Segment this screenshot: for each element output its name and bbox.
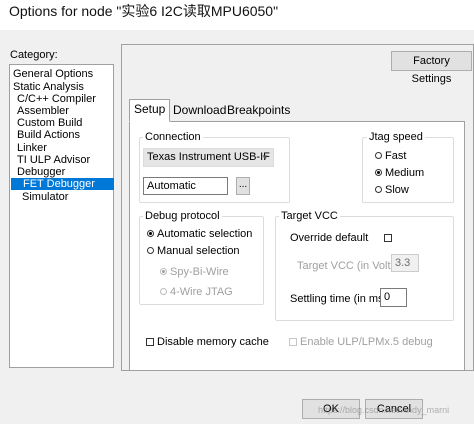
- chevron-down-icon: ▼: [261, 153, 269, 162]
- connection-port-input[interactable]: Automatic: [143, 177, 228, 195]
- radio-circle-icon: [375, 152, 382, 159]
- radio-selected-icon: [160, 268, 167, 275]
- tab-setup[interactable]: Setup: [129, 99, 171, 122]
- radio-jtag-slow[interactable]: Slow: [375, 184, 409, 196]
- radio-label: Fast: [385, 150, 407, 162]
- tab-breakpoints[interactable]: Breakpoints: [222, 100, 295, 121]
- radio-label: 4-Wire JTAG: [170, 286, 233, 298]
- category-item-linker[interactable]: Linker: [15, 142, 51, 154]
- title-bar: Options for node "实验6 I2C读取MPU6050": [0, 0, 474, 30]
- category-item-fet-debugger[interactable]: FET Debugger: [11, 178, 114, 190]
- radio-label: Slow: [385, 184, 409, 196]
- radio-selected-icon: [375, 169, 382, 176]
- category-item-build-actions[interactable]: Build Actions: [15, 129, 84, 141]
- radio-label: Automatic selection: [157, 228, 253, 240]
- override-default-checkbox[interactable]: [384, 232, 395, 244]
- category-item-custom-build[interactable]: Custom Build: [15, 117, 86, 129]
- connection-group-title: Connection: [143, 131, 203, 143]
- category-item-static-analysis[interactable]: Static Analysis: [11, 81, 88, 93]
- category-item-simulator[interactable]: Simulator: [20, 191, 72, 203]
- category-list[interactable]: General Options Static Analysis C/C++ Co…: [9, 64, 114, 368]
- category-label: Category:: [10, 49, 58, 61]
- enable-ulp-debug-checkbox[interactable]: Enable ULP/LPMx.5 debug: [289, 336, 433, 348]
- radio-jtag-fast[interactable]: Fast: [375, 150, 406, 162]
- override-default-label: Override default: [290, 232, 369, 244]
- radio-circle-icon: [147, 247, 154, 254]
- radio-manual-selection[interactable]: Manual selection: [147, 245, 240, 257]
- checkbox-icon: [384, 234, 392, 242]
- target-vcc-group-title: Target VCC: [279, 210, 340, 222]
- radio-label: Manual selection: [157, 245, 240, 257]
- checkbox-label: Disable memory cache: [157, 336, 269, 348]
- radio-jtag-medium[interactable]: Medium: [375, 167, 424, 179]
- checkbox-icon: [289, 338, 297, 346]
- category-item-assembler[interactable]: Assembler: [15, 105, 73, 117]
- radio-automatic-selection[interactable]: Automatic selection: [147, 228, 252, 240]
- category-item-ti-ulp-advisor[interactable]: TI ULP Advisor: [15, 154, 94, 166]
- category-item-general-options[interactable]: General Options: [11, 68, 97, 80]
- watermark-text: https://blog.csdn.net/Andy_marni: [318, 405, 450, 415]
- radio-spy-bi-wire[interactable]: Spy-Bi-Wire: [160, 266, 229, 278]
- radio-4-wire-jtag[interactable]: 4-Wire JTAG: [160, 286, 233, 298]
- browse-button[interactable]: ...: [236, 177, 250, 195]
- window-title: Options for node "实验6 I2C读取MPU6050": [9, 3, 279, 19]
- debug-protocol-group-title: Debug protocol: [143, 210, 222, 222]
- radio-circle-icon: [160, 288, 167, 295]
- target-vcc-input[interactable]: 3.3: [391, 254, 419, 272]
- jtag-speed-group-title: Jtag speed: [367, 131, 425, 143]
- radio-selected-icon: [147, 230, 154, 237]
- connection-dropdown[interactable]: Texas Instrument USB-IF ▼: [143, 148, 274, 167]
- radio-label: Spy-Bi-Wire: [170, 266, 229, 278]
- factory-settings-button[interactable]: Factory Settings: [391, 51, 472, 85]
- disable-memory-cache-checkbox[interactable]: Disable memory cache: [146, 336, 269, 348]
- category-item-c-cpp-compiler[interactable]: C/C++ Compiler: [15, 93, 100, 105]
- category-item-debugger[interactable]: Debugger: [15, 166, 69, 178]
- radio-circle-icon: [375, 186, 382, 193]
- settling-time-label: Settling time (in ms):: [290, 293, 391, 305]
- settling-time-input[interactable]: 0: [380, 288, 407, 307]
- target-vcc-label: Target VCC (in Volt):: [297, 260, 398, 272]
- connection-selected-value: Texas Instrument USB-IF: [147, 151, 270, 163]
- checkbox-icon: [146, 338, 154, 346]
- checkbox-label: Enable ULP/LPMx.5 debug: [300, 336, 433, 348]
- radio-label: Medium: [385, 167, 425, 179]
